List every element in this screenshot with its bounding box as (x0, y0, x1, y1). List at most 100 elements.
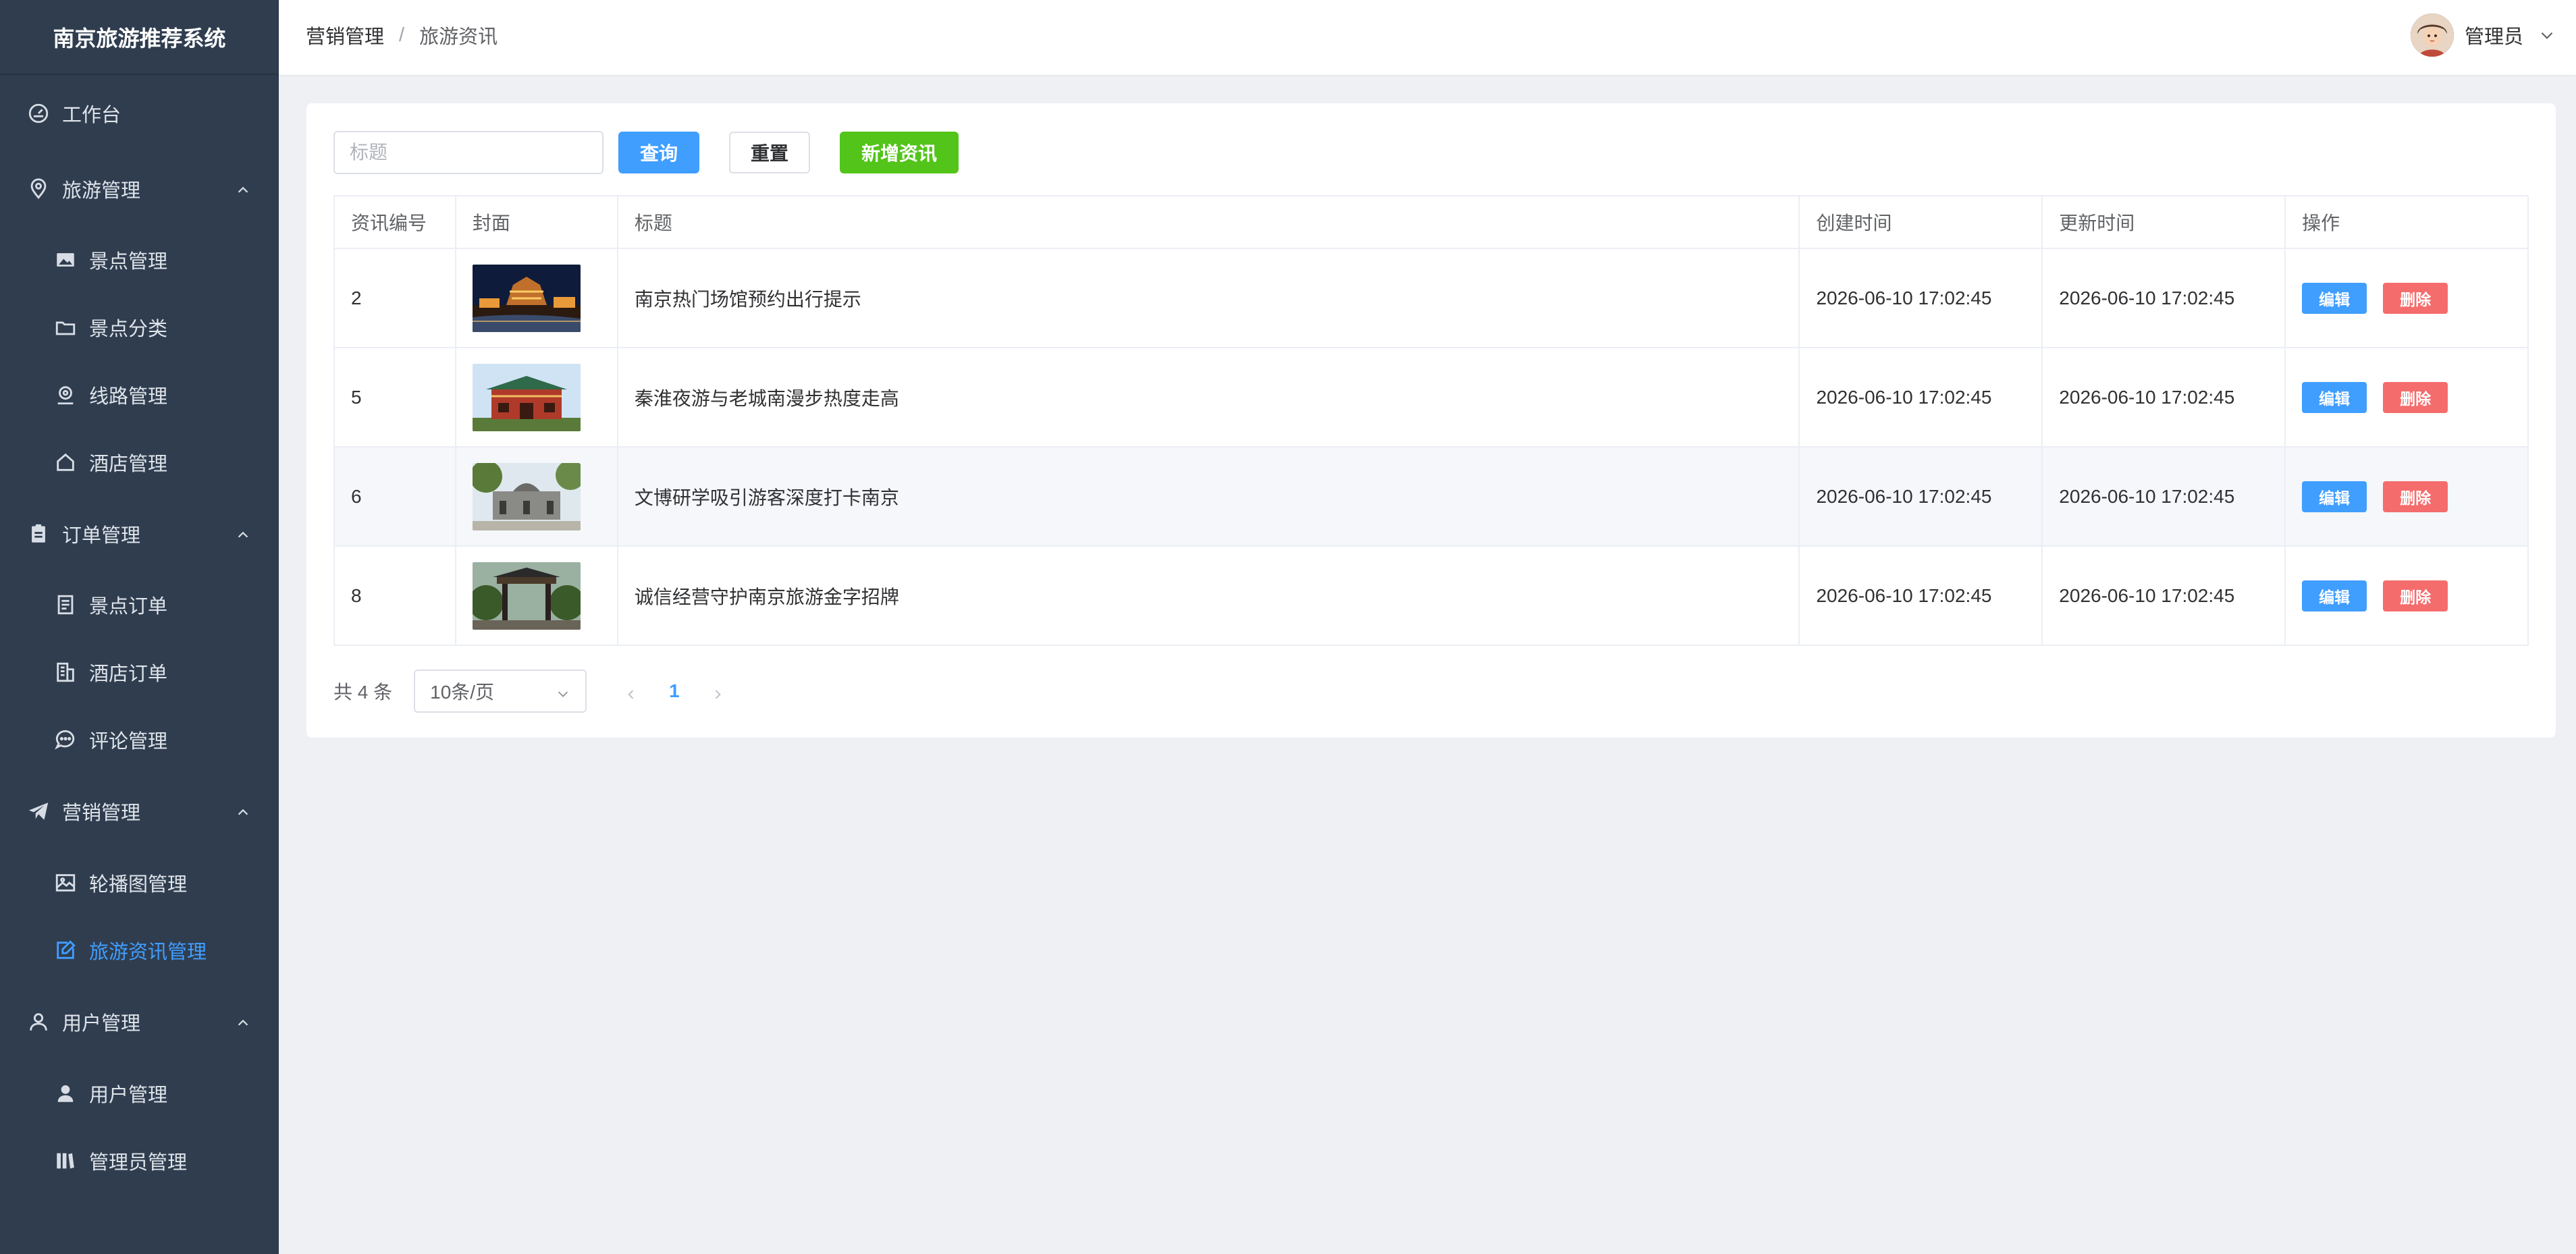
news-title: 诚信经营守护南京旅游金字招牌 (616, 545, 1800, 646)
sidebar: 南京旅游推荐系统 工作台 旅游管理 景点管理 景点分类 线路管理 酒店管理 订单… (0, 0, 279, 1254)
news-title: 文博研学吸引游客深度打卡南京 (616, 446, 1800, 547)
edit-button[interactable]: 编辑 (2302, 381, 2367, 413)
chevron-up-icon (236, 1014, 250, 1029)
menu-label: 轮播图管理 (89, 874, 188, 896)
home-icon (54, 451, 77, 474)
table-row: 2 南京热门场馆预约出行提示 2026-06-10 17:02:45 2026-… (333, 248, 2529, 348)
column-header: 创建时间 (1798, 195, 2043, 249)
created-time: 2026-06-10 17:02:45 (1798, 248, 2043, 348)
menu-spot-category[interactable]: 景点分类 (0, 294, 279, 361)
chevron-down-icon (556, 684, 570, 699)
reset-button[interactable]: 重置 (729, 132, 810, 173)
chat-icon (54, 728, 77, 751)
cover-cell (454, 545, 618, 646)
chevron-up-icon (236, 181, 250, 196)
user-menu[interactable]: 管理员 (2410, 0, 2556, 70)
breadcrumb-parent[interactable]: 营销管理 (306, 21, 384, 49)
search-toolbar: 查询 重置 新增资讯 (333, 130, 959, 175)
actions-cell: 编辑 删除 (2284, 347, 2529, 447)
building-icon (54, 661, 77, 684)
delete-button[interactable]: 删除 (2383, 282, 2448, 314)
table-row: 6 文博研学吸引游客深度打卡南京 2026-06-10 17:02:45 202… (333, 446, 2529, 547)
delete-button[interactable]: 删除 (2383, 481, 2448, 512)
title-search-input[interactable] (333, 131, 603, 174)
menu-admin-management[interactable]: 管理员管理 (0, 1127, 279, 1195)
query-button[interactable]: 查询 (618, 132, 699, 173)
menu-label: 工作台 (62, 105, 122, 126)
page-size-select[interactable]: 10条/页 (414, 670, 587, 713)
document-icon (54, 593, 77, 616)
cover-thumbnail (472, 462, 581, 530)
menu-route-management[interactable]: 线路管理 (0, 361, 279, 429)
page-number-current[interactable]: 1 (669, 680, 680, 702)
menu-group-travel[interactable]: 旅游管理 (0, 155, 279, 223)
news-title: 秦淮夜游与老城南漫步热度走高 (616, 347, 1800, 447)
menu-label: 用户管理 (89, 1085, 168, 1106)
delete-button[interactable]: 删除 (2383, 381, 2448, 413)
total-count: 共 4 条 (333, 682, 393, 703)
chevron-up-icon (236, 526, 250, 541)
news-id: 6 (333, 446, 456, 547)
breadcrumb: 营销管理 / 旅游资讯 (306, 0, 498, 70)
updated-time: 2026-06-10 17:02:45 (2041, 347, 2286, 447)
menu-hotel-orders[interactable]: 酒店订单 (0, 638, 279, 706)
menu-group-orders[interactable]: 订单管理 (0, 500, 279, 568)
column-header: 标题 (616, 195, 1800, 249)
menu-user-management[interactable]: 用户管理 (0, 1060, 279, 1127)
send-icon (27, 800, 50, 823)
menu-group-marketing[interactable]: 营销管理 (0, 778, 279, 845)
pagination: 共 4 条 10条/页 1 (333, 669, 724, 713)
cover-cell (454, 347, 618, 447)
prev-page-icon[interactable] (624, 684, 638, 699)
edit-document-icon (54, 939, 77, 962)
menu-label: 评论管理 (89, 731, 168, 753)
chevron-up-icon (236, 803, 250, 818)
menu-workbench[interactable]: 工作台 (0, 80, 279, 147)
menu-label: 营销管理 (62, 802, 141, 824)
edit-button[interactable]: 编辑 (2302, 481, 2367, 512)
menu-label: 酒店管理 (89, 454, 168, 475)
delete-button[interactable]: 删除 (2383, 580, 2448, 611)
menu-label: 景点管理 (89, 251, 168, 273)
updated-time: 2026-06-10 17:02:45 (2041, 545, 2286, 646)
edit-button[interactable]: 编辑 (2302, 580, 2367, 611)
app-title: 南京旅游推荐系统 (0, 0, 279, 75)
column-header: 操作 (2284, 195, 2529, 249)
location-icon (27, 178, 50, 200)
menu-review-management[interactable]: 评论管理 (0, 706, 279, 773)
menu-spot-orders[interactable]: 景点订单 (0, 571, 279, 638)
user-name: 管理员 (2464, 26, 2523, 48)
table-row: 5 秦淮夜游与老城南漫步热度走高 2026-06-10 17:02:45 202… (333, 347, 2529, 447)
menu-carousel-management[interactable]: 轮播图管理 (0, 849, 279, 917)
menu-label: 景点分类 (89, 319, 168, 340)
menu-spot-management[interactable]: 景点管理 (0, 226, 279, 294)
created-time: 2026-06-10 17:02:45 (1798, 446, 2043, 547)
breadcrumb-separator: / (399, 24, 405, 46)
picture-icon (54, 871, 77, 894)
next-page-icon[interactable] (711, 684, 724, 699)
menu-travel-news-management[interactable]: 旅游资讯管理 (0, 917, 279, 984)
cover-thumbnail (472, 363, 581, 431)
table-header-row: 资讯编号 封面 标题 创建时间 更新时间 操作 (333, 195, 2529, 249)
image-icon (54, 248, 77, 271)
dashboard-icon (27, 102, 50, 125)
menu-label: 旅游资讯管理 (89, 942, 207, 963)
actions-cell: 编辑 删除 (2284, 446, 2529, 547)
menu-group-users[interactable]: 用户管理 (0, 988, 279, 1056)
map-pin-icon (54, 383, 77, 406)
cover-thumbnail (472, 562, 581, 630)
column-header: 封面 (454, 195, 618, 249)
cover-cell (454, 248, 618, 348)
updated-time: 2026-06-10 17:02:45 (2041, 248, 2286, 348)
menu-label: 酒店订单 (89, 663, 168, 685)
edit-button[interactable]: 编辑 (2302, 282, 2367, 314)
menu-hotel-management[interactable]: 酒店管理 (0, 429, 279, 496)
menu-label: 景点订单 (89, 596, 168, 618)
news-title: 南京热门场馆预约出行提示 (616, 248, 1800, 348)
folder-icon (54, 316, 77, 339)
chevron-down-icon (2538, 26, 2556, 44)
top-header: 营销管理 / 旅游资讯 管理员 (279, 0, 2576, 75)
menu-label: 订单管理 (62, 525, 141, 547)
add-news-button[interactable]: 新增资讯 (840, 132, 959, 173)
news-id: 5 (333, 347, 456, 447)
